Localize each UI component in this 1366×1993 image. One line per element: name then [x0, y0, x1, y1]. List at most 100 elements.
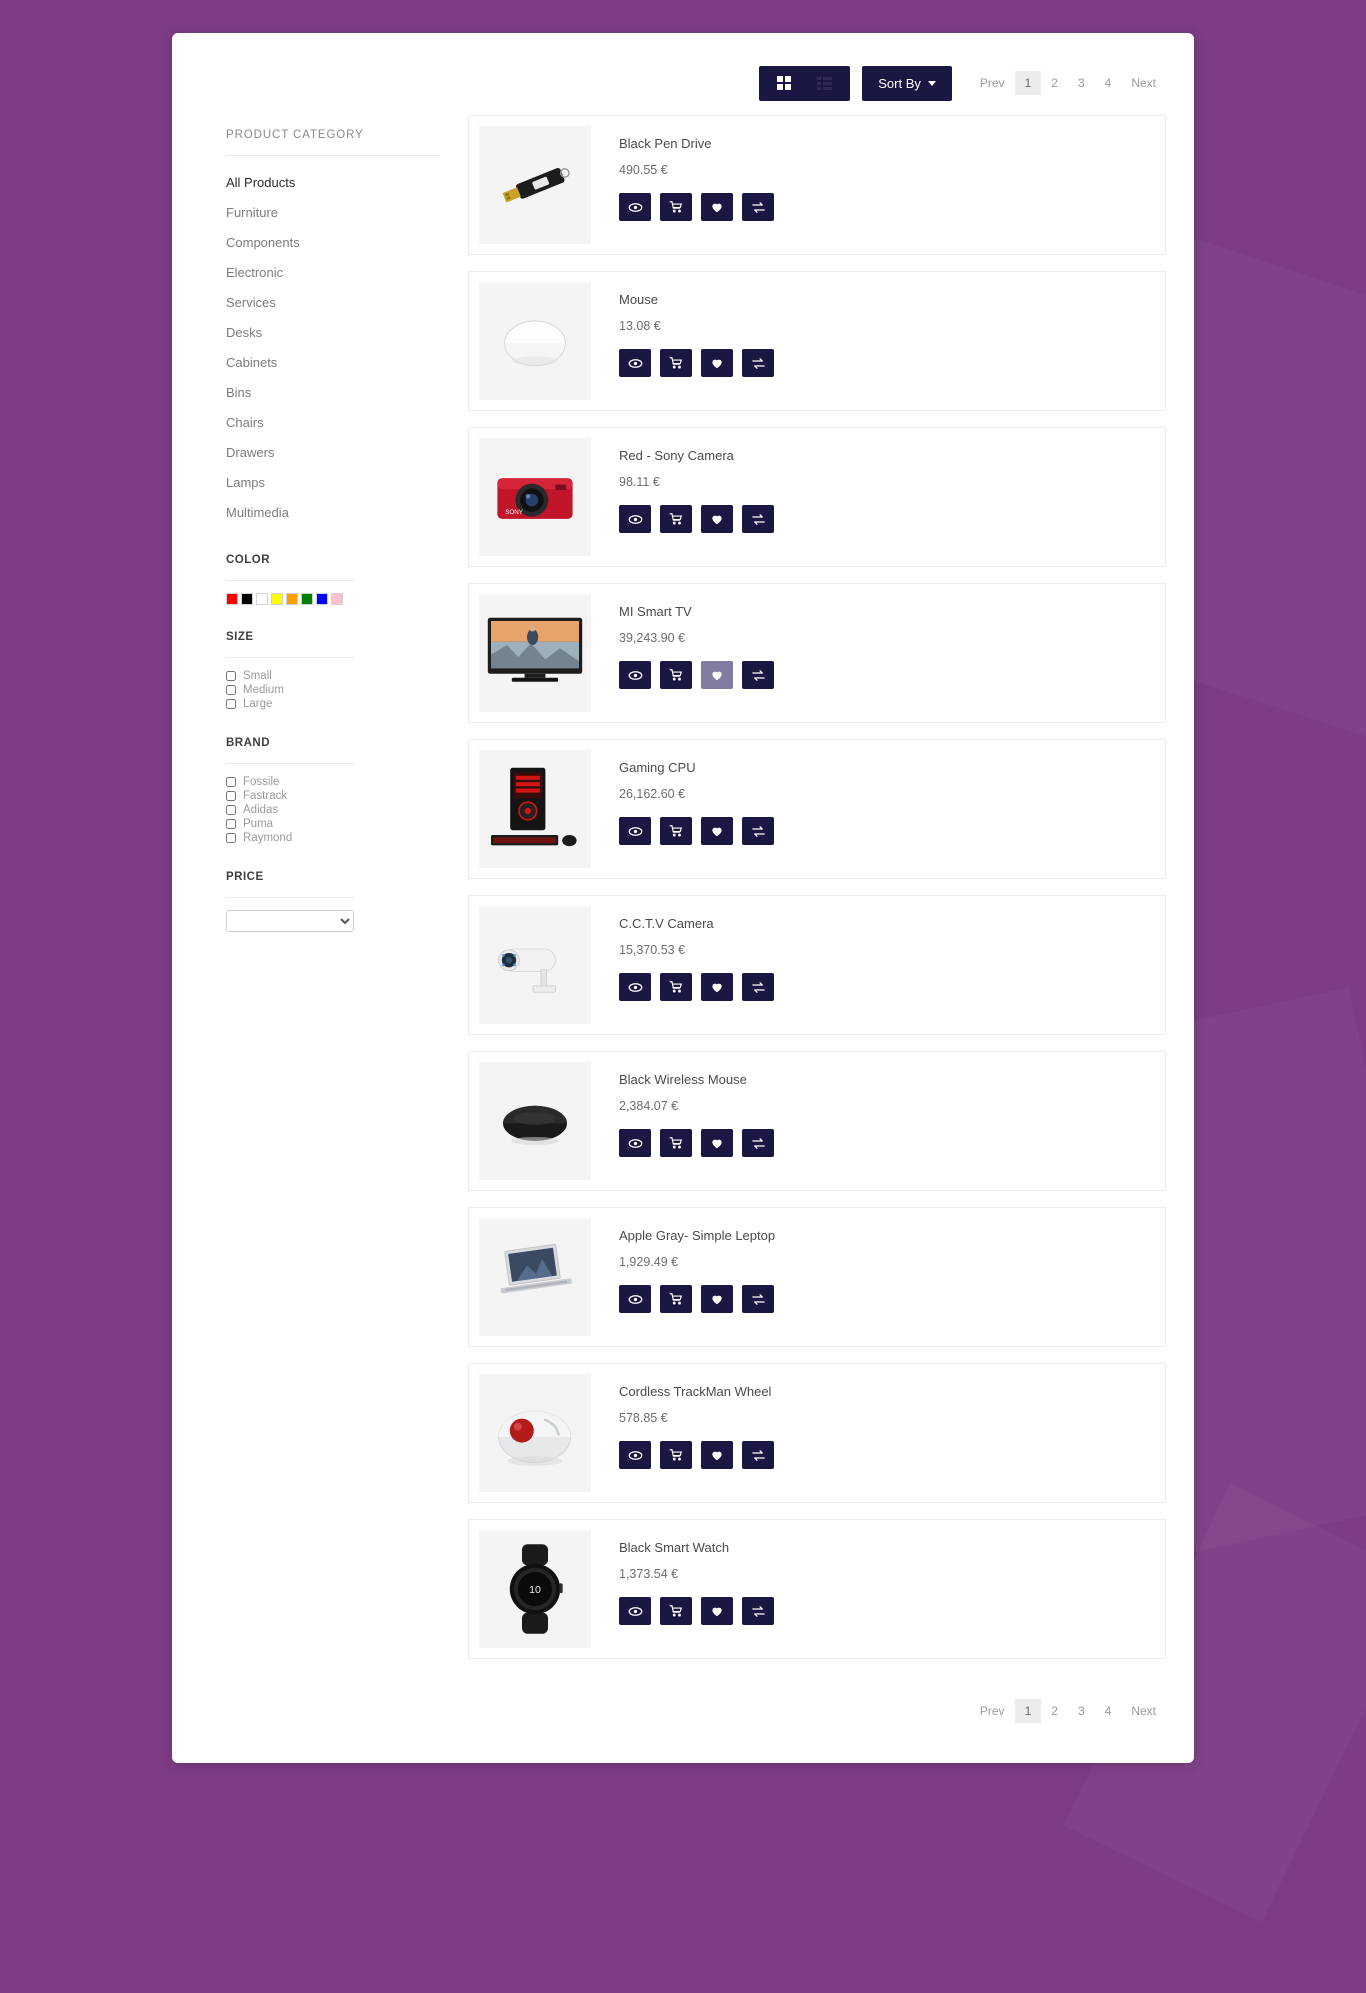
product-card[interactable]: 10 Black Smart Watch 1,373.54 € — [468, 1519, 1166, 1659]
category-item-label[interactable]: All Products — [226, 175, 295, 190]
category-item-label[interactable]: Lamps — [226, 475, 265, 490]
add-to-cart-button[interactable] — [660, 505, 692, 533]
pagination-page-4[interactable]: 4 — [1095, 1699, 1122, 1723]
list-view-icon[interactable] — [817, 76, 833, 90]
quick-view-button[interactable] — [619, 1285, 651, 1313]
add-to-wishlist-button[interactable] — [701, 817, 733, 845]
product-thumbnail[interactable] — [479, 1062, 591, 1180]
add-to-cart-button[interactable] — [660, 1285, 692, 1313]
category-item-label[interactable]: Services — [226, 295, 276, 310]
size-label[interactable]: Large — [243, 698, 272, 710]
color-swatch-blue[interactable] — [316, 593, 328, 605]
product-name[interactable]: Black Smart Watch — [619, 1540, 774, 1555]
color-swatch-black[interactable] — [241, 593, 253, 605]
product-card[interactable]: Black Pen Drive 490.55 € — [468, 115, 1166, 255]
product-card[interactable]: MI Smart TV 39,243.90 € — [468, 583, 1166, 723]
add-to-wishlist-button[interactable] — [701, 1285, 733, 1313]
compare-button[interactable] — [742, 1441, 774, 1469]
brand-label[interactable]: Raymond — [243, 832, 292, 844]
pagination-page-1[interactable]: 1 — [1014, 71, 1042, 95]
category-item[interactable]: Components — [226, 228, 440, 258]
category-item[interactable]: Bins — [226, 378, 440, 408]
compare-button[interactable] — [742, 349, 774, 377]
product-card[interactable]: Gaming CPU 26,162.60 € — [468, 739, 1166, 879]
pagination-page-2[interactable]: 2 — [1041, 1699, 1068, 1723]
product-name[interactable]: Black Pen Drive — [619, 136, 774, 151]
pagination-next[interactable]: Next — [1121, 1699, 1166, 1723]
compare-button[interactable] — [742, 1129, 774, 1157]
add-to-cart-button[interactable] — [660, 193, 692, 221]
quick-view-button[interactable] — [619, 1597, 651, 1625]
pagination-prev[interactable]: Prev — [970, 71, 1015, 95]
add-to-wishlist-button[interactable] — [701, 973, 733, 1001]
size-checkbox[interactable] — [226, 685, 236, 695]
product-card[interactable]: Black Wireless Mouse 2,384.07 € — [468, 1051, 1166, 1191]
color-swatch-green[interactable] — [301, 593, 313, 605]
category-item[interactable]: All Products — [226, 168, 440, 198]
product-card[interactable]: Cordless TrackMan Wheel 578.85 € — [468, 1363, 1166, 1503]
category-item[interactable]: Furniture — [226, 198, 440, 228]
category-item-label[interactable]: Drawers — [226, 445, 274, 460]
brand-label[interactable]: Puma — [243, 818, 273, 830]
quick-view-button[interactable] — [619, 505, 651, 533]
product-thumbnail[interactable]: SONY — [479, 438, 591, 556]
size-label[interactable]: Medium — [243, 684, 284, 696]
product-name[interactable]: Mouse — [619, 292, 774, 307]
color-swatch-pink[interactable] — [331, 593, 343, 605]
brand-label[interactable]: Adidas — [243, 804, 278, 816]
add-to-wishlist-button[interactable] — [701, 505, 733, 533]
product-thumbnail[interactable] — [479, 126, 591, 244]
compare-button[interactable] — [742, 1285, 774, 1313]
category-item[interactable]: Cabinets — [226, 348, 440, 378]
product-name[interactable]: Gaming CPU — [619, 760, 774, 775]
product-card[interactable]: Mouse 13.08 € — [468, 271, 1166, 411]
brand-checkbox[interactable] — [226, 833, 236, 843]
product-name[interactable]: Red - Sony Camera — [619, 448, 774, 463]
category-item[interactable]: Chairs — [226, 408, 440, 438]
brand-checkbox[interactable] — [226, 777, 236, 787]
category-item-label[interactable]: Desks — [226, 325, 262, 340]
add-to-cart-button[interactable] — [660, 349, 692, 377]
pagination-page-2[interactable]: 2 — [1041, 71, 1068, 95]
quick-view-button[interactable] — [619, 349, 651, 377]
product-thumbnail[interactable] — [479, 282, 591, 400]
add-to-wishlist-button[interactable] — [701, 1441, 733, 1469]
quick-view-button[interactable] — [619, 193, 651, 221]
add-to-wishlist-button[interactable] — [701, 193, 733, 221]
brand-checkbox[interactable] — [226, 805, 236, 815]
color-swatch-yellow[interactable] — [271, 593, 283, 605]
product-card[interactable]: C.C.T.V Camera 15,370.53 € — [468, 895, 1166, 1035]
pagination-prev[interactable]: Prev — [970, 1699, 1015, 1723]
product-name[interactable]: C.C.T.V Camera — [619, 916, 774, 931]
color-swatch-red[interactable] — [226, 593, 238, 605]
quick-view-button[interactable] — [619, 1129, 651, 1157]
category-item-label[interactable]: Chairs — [226, 415, 264, 430]
product-card[interactable]: Apple Gray- Simple Leptop 1,929.49 € — [468, 1207, 1166, 1347]
product-name[interactable]: MI Smart TV — [619, 604, 774, 619]
add-to-wishlist-button[interactable] — [701, 661, 733, 689]
add-to-cart-button[interactable] — [660, 1129, 692, 1157]
compare-button[interactable] — [742, 1597, 774, 1625]
product-name[interactable]: Apple Gray- Simple Leptop — [619, 1228, 775, 1243]
quick-view-button[interactable] — [619, 973, 651, 1001]
pagination-page-3[interactable]: 3 — [1068, 1699, 1095, 1723]
brand-label[interactable]: Fossile — [243, 776, 279, 788]
quick-view-button[interactable] — [619, 817, 651, 845]
category-item[interactable]: Drawers — [226, 438, 440, 468]
category-item-label[interactable]: Bins — [226, 385, 251, 400]
category-item-label[interactable]: Multimedia — [226, 505, 289, 520]
grid-view-icon[interactable] — [777, 76, 792, 90]
pagination-next[interactable]: Next — [1121, 71, 1166, 95]
product-card[interactable]: SONY Red - Sony Camera 98.11 € — [468, 427, 1166, 567]
product-thumbnail[interactable] — [479, 750, 591, 868]
category-item[interactable]: Electronic — [226, 258, 440, 288]
brand-label[interactable]: Fastrack — [243, 790, 287, 802]
color-swatch-orange[interactable] — [286, 593, 298, 605]
category-item-label[interactable]: Electronic — [226, 265, 283, 280]
category-item[interactable]: Multimedia — [226, 498, 440, 528]
product-thumbnail[interactable]: 10 — [479, 1530, 591, 1648]
add-to-cart-button[interactable] — [660, 973, 692, 1001]
compare-button[interactable] — [742, 193, 774, 221]
product-thumbnail[interactable] — [479, 906, 591, 1024]
add-to-wishlist-button[interactable] — [701, 1129, 733, 1157]
